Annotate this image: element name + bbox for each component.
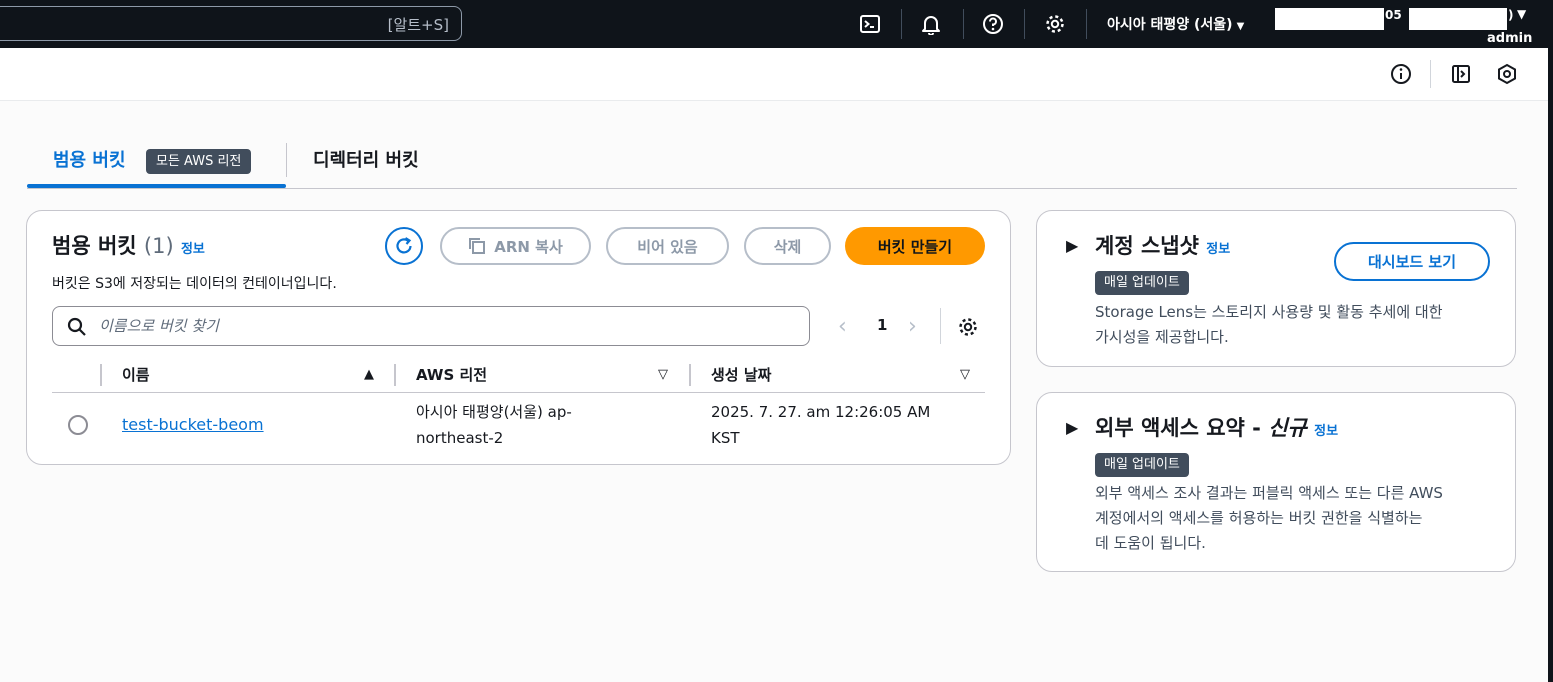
snapshot-desc-line2: 가시성을 제공합니다.: [1095, 328, 1229, 346]
delete-bucket-button[interactable]: 삭제: [744, 227, 831, 265]
tab-divider: [286, 143, 287, 177]
amazon-q-icon[interactable]: [1495, 62, 1519, 86]
external-access-title-text: 외부 액세스 요약 -: [1095, 416, 1269, 440]
column-header-region[interactable]: AWS 리전: [416, 364, 487, 385]
next-page-icon[interactable]: ›: [908, 314, 917, 339]
bucket-region-cell: 아시아 태평양(서울) ap- northeast-2: [416, 399, 572, 451]
bucket-name-link[interactable]: test-bucket-beom: [122, 415, 264, 434]
copy-arn-label: ARN 복사: [494, 237, 563, 256]
sort-ascending-icon[interactable]: ▲: [364, 367, 374, 382]
account-menu-caret-icon[interactable]: ▼: [1517, 7, 1526, 21]
external-access-description: 외부 액세스 조사 결과는 퍼블릭 액세스 또는 다른 AWS 계정에서의 액세…: [1095, 481, 1443, 556]
tab-directory-buckets[interactable]: 디렉터리 버킷: [313, 146, 419, 172]
account-id-fragment-end: ): [1508, 8, 1514, 22]
external-access-title: 외부 액세스 요약 - 신규 정보: [1095, 412, 1338, 442]
daily-update-badge: 매일 업데이트: [1095, 453, 1189, 477]
bucket-search-field[interactable]: [52, 306, 810, 346]
snapshot-title-text: 계정 스냅샷: [1095, 234, 1199, 258]
cloudshell-icon[interactable]: [856, 10, 884, 38]
search-icon: [67, 317, 86, 336]
bucket-count: (1): [143, 234, 174, 258]
new-label: 신규: [1268, 416, 1307, 440]
bucket-created-line1: 2025. 7. 27. am 12:26:05 AM: [711, 403, 931, 421]
notifications-bell-icon[interactable]: [917, 10, 945, 38]
access-desc-line2: 계정에서의 액세스를 허용하는 버킷 권한을 식별하는: [1095, 509, 1423, 527]
pager-divider: [940, 308, 941, 344]
column-header-created[interactable]: 생성 날짜: [711, 364, 771, 385]
empty-bucket-button[interactable]: 비어 있음: [606, 227, 729, 265]
bucket-created-cell: 2025. 7. 27. am 12:26:05 AM KST: [711, 399, 930, 451]
current-page-number[interactable]: 1: [877, 316, 887, 334]
side-panel-toggle-icon[interactable]: [1449, 62, 1473, 86]
snapshot-title: 계정 스냅샷 정보: [1095, 230, 1230, 260]
info-panel-icon[interactable]: [1389, 62, 1413, 86]
redacted-account-name: [1275, 8, 1384, 30]
snapshot-description: Storage Lens는 스토리지 사용량 및 활동 추세에 대한 가시성을 …: [1095, 300, 1443, 350]
window-edge: [1548, 0, 1553, 682]
bucket-region-line1: 아시아 태평양(서울) ap-: [416, 403, 572, 421]
column-divider: [689, 364, 691, 386]
settings-gear-icon[interactable]: [1041, 10, 1069, 38]
create-bucket-button[interactable]: 버킷 만들기: [845, 227, 985, 265]
help-icon[interactable]: [979, 10, 1007, 38]
table-preferences-gear-icon[interactable]: [957, 316, 979, 342]
region-caret-icon: ▼: [1236, 21, 1245, 32]
panel-description: 버킷은 S3에 저장되는 데이터의 컨테이너입니다.: [52, 276, 337, 292]
region-label: 아시아 태평양 (서울): [1107, 17, 1233, 33]
column-divider: [394, 364, 396, 386]
sort-toggle-icon[interactable]: ▽: [960, 367, 970, 382]
global-search-input[interactable]: [알트+S]: [0, 6, 462, 41]
utility-bar: [0, 48, 1548, 101]
tabs-baseline: [27, 188, 1517, 189]
snapshot-info-link[interactable]: 정보: [1206, 242, 1230, 257]
user-role: admin: [1487, 31, 1533, 46]
region-selector[interactable]: 아시아 태평양 (서울) ▼: [1107, 14, 1244, 34]
access-desc-line1: 외부 액세스 조사 결과는 퍼블릭 액세스 또는 다른 AWS: [1095, 484, 1443, 502]
daily-update-badge: 매일 업데이트: [1095, 271, 1189, 295]
previous-page-icon[interactable]: ‹: [838, 314, 847, 339]
redacted-account-id: [1409, 8, 1507, 30]
top-navigation: [알트+S] 아시아 태평양 (서울) ▼ 05 ) ▼ admin: [0, 0, 1553, 48]
copy-icon: [469, 238, 486, 254]
account-id-fragment: 05: [1385, 8, 1402, 22]
bucket-region-line2: northeast-2: [416, 429, 504, 447]
panel-title-text: 범용 버킷: [52, 234, 137, 258]
bucket-created-line2: KST: [711, 429, 740, 447]
search-shortcut-hint: [알트+S]: [387, 16, 449, 34]
column-divider: [100, 364, 102, 386]
view-dashboard-button[interactable]: 대시보드 보기: [1334, 242, 1490, 281]
expand-caret-icon[interactable]: ▶: [1066, 418, 1078, 437]
access-desc-line3: 데 도움이 됩니다.: [1095, 534, 1206, 552]
expand-caret-icon[interactable]: ▶: [1066, 236, 1078, 255]
snapshot-desc-line1: Storage Lens는 스토리지 사용량 및 활동 추세에 대한: [1095, 303, 1443, 321]
bucket-search-input[interactable]: [99, 315, 789, 337]
external-access-info-link[interactable]: 정보: [1314, 424, 1338, 439]
column-header-name[interactable]: 이름: [122, 364, 150, 385]
panel-title: 범용 버킷 (1) 정보: [52, 230, 205, 260]
copy-arn-button[interactable]: ARN 복사: [440, 227, 591, 265]
sort-toggle-icon[interactable]: ▽: [658, 367, 668, 382]
refresh-button[interactable]: [385, 227, 423, 265]
table-header-divider: [52, 392, 985, 393]
tab-general-buckets[interactable]: 범용 버킷: [53, 146, 126, 172]
info-link[interactable]: 정보: [181, 242, 205, 257]
row-select-radio[interactable]: [68, 415, 88, 435]
refresh-icon: [396, 237, 412, 254]
all-regions-badge: 모든 AWS 리전: [146, 149, 252, 174]
